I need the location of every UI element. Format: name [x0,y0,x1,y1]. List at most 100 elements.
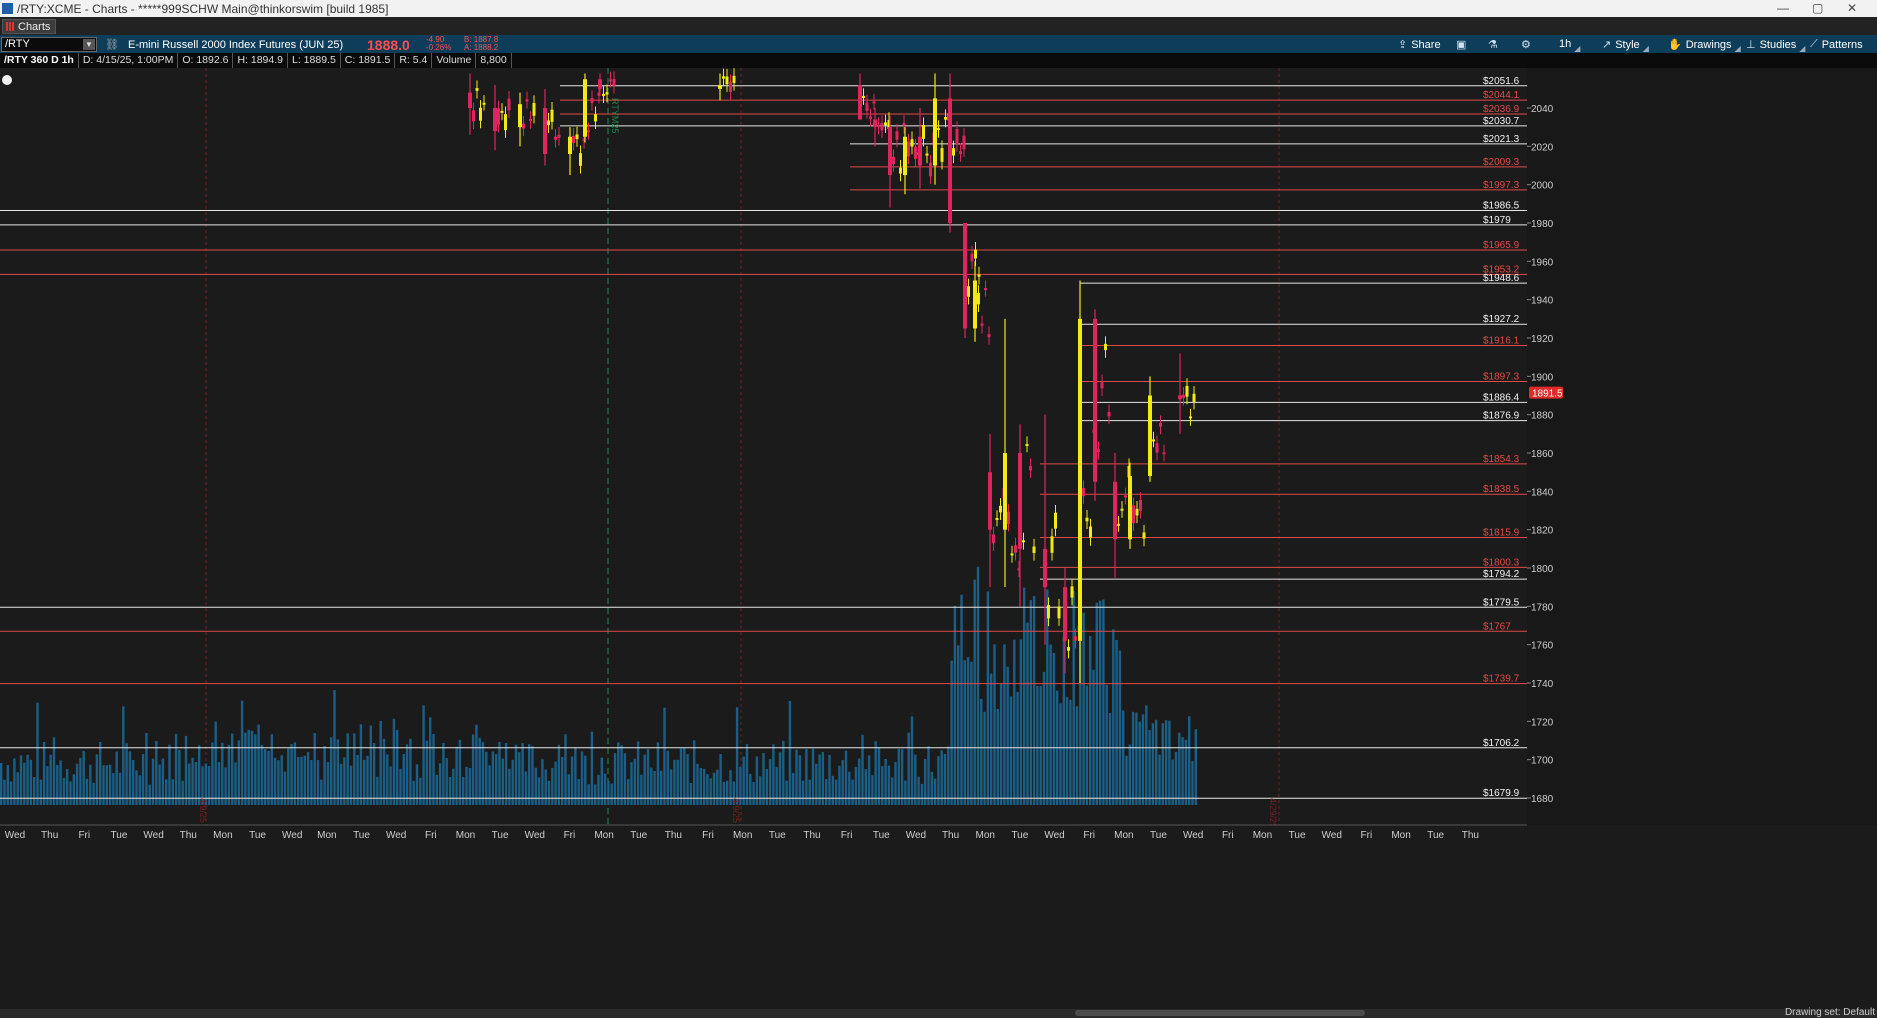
volume-bar [379,720,382,805]
volume-bar [99,742,102,805]
share-button[interactable]: ⇪ Share [1398,38,1441,52]
settings-button[interactable]: ⚙ [1521,38,1535,51]
volume-bar [851,779,854,805]
price-level-label: $1927.2 [1483,314,1520,325]
candle-body [722,76,725,79]
candle-body [899,167,902,174]
volume-bar [306,752,310,805]
price-level-label: $1916.1 [1483,335,1520,346]
volume-bar [557,744,561,805]
candle-body [1057,606,1061,619]
volume-bar [250,730,254,805]
candle-body [888,127,892,176]
close-icon[interactable]: ✕ [1847,1,1857,15]
volume-bar [594,784,597,805]
candle-body [1025,443,1029,446]
volume-bar [759,776,762,805]
candle-body [732,75,736,83]
candle-body [1120,508,1124,511]
volume-bar [1125,755,1128,805]
chart-area[interactable]: $2051.6 $2044.1 $2036.9 $2030.7 $2021.3 $2009… [0,68,1877,1008]
volume-bar [696,763,699,805]
candle-body [1117,523,1120,526]
tab-charts-label: Charts [18,20,51,33]
minimize-icon[interactable]: — [1777,1,1789,15]
volume-bar [376,776,379,805]
candle-body [547,120,550,126]
volume-bar [643,754,646,805]
volume-bar [118,772,122,805]
candle-body [933,98,937,166]
candle-body [472,110,475,122]
candle-body [980,323,984,326]
volume-bar [788,701,792,805]
volume-bar [1023,587,1026,805]
volume-bar [353,733,356,805]
volume-bar [610,783,613,805]
volume-bar [801,780,805,805]
price-level-label: $2051.6 [1483,76,1520,87]
flask-button[interactable]: ⚗ [1488,38,1502,51]
volume-bar [349,765,353,805]
candle-body [507,98,511,111]
notes-button[interactable]: ▣ [1456,38,1470,51]
volume-bar [805,749,808,805]
maximize-icon[interactable]: ▢ [1812,1,1823,15]
link-icon[interactable]: ⛓ [105,38,119,51]
studies-button[interactable]: ⊥ Studies ◢ [1746,38,1805,54]
x-tick-label: Wed [1044,830,1064,841]
candle-body [1085,517,1089,522]
volume-bar [1092,669,1095,805]
volume-bar [683,747,686,805]
price-level-label: $1948.6 [1483,273,1520,284]
volume-bar [660,770,663,805]
volume-bar [518,752,521,805]
aggregation-label[interactable]: /RTY 360 D 1h [0,53,79,68]
volume-bar [528,744,531,805]
volume-bar [1006,666,1009,805]
drawings-button[interactable]: ✋ Drawings ◢ [1668,38,1741,54]
symbol-text: /RTY [5,38,30,50]
candle-body [1113,481,1117,540]
volume-bar [369,725,372,805]
candle-body [963,223,967,329]
volume-bar [1145,705,1148,805]
candle-body [1189,416,1192,419]
price-chart[interactable]: $2051.6 $2044.1 $2036.9$2030.7 $2021.3 $2009… [0,68,1877,1008]
symbol-input[interactable]: /RTY ▼ [1,37,97,52]
volume-bar [313,733,316,805]
high-readout: H: 1894.9 [233,53,288,68]
volume-bar [709,778,712,805]
price-level-label: $1815.9 [1483,528,1520,539]
candle-body [1148,395,1152,476]
candle-body [862,95,865,98]
candle-body [1107,412,1111,417]
volume-bar [663,707,666,805]
volume-bar [148,784,151,805]
volume-bar [1164,720,1168,805]
volume-bar [1174,751,1178,805]
timeframe-button[interactable]: 1h ◢ [1559,38,1580,53]
y-tick-label: 2020 [1531,142,1554,153]
expiration-marker-label: 4/29/25 [1268,798,1278,828]
horizontal-scrollbar[interactable] [1075,1010,1365,1016]
candle-body [959,151,962,154]
volume-bar [537,777,541,805]
volume-bar [1026,622,1029,805]
volume-bar [920,783,924,805]
candle-body [1089,526,1092,539]
candle-body [902,123,906,126]
volume-bar [1013,639,1016,805]
volume-bar [462,777,465,805]
x-tick-label: Mon [1391,830,1410,841]
volume-bar [930,771,933,805]
candle-body [895,131,899,140]
y-tick-label: 1900 [1531,372,1554,383]
patterns-button[interactable]: ⟋ Patterns [1810,38,1863,51]
style-button[interactable]: ↗ Style ◢ [1602,38,1649,54]
volume-bar [689,783,693,805]
price-level-label: $1886.4 [1483,392,1520,403]
tab-charts[interactable]: Charts [2,19,56,34]
chevron-down-icon[interactable]: ▼ [83,39,95,50]
x-tick-label: Wed [282,830,302,841]
